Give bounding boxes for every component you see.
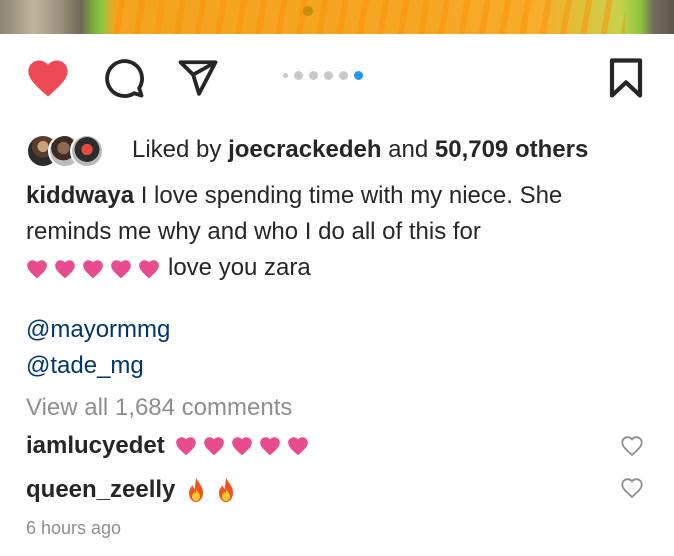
likes-count[interactable]: 50,709 others [435, 136, 588, 163]
liker-username[interactable]: joecrackedeh [228, 136, 381, 163]
carousel-dot [294, 70, 303, 80]
caption-suffix: love you zara [168, 254, 311, 281]
pink-heart-icon [83, 259, 103, 278]
pink-heart-icon [287, 437, 308, 456]
comment-username[interactable]: iamlucyedet [26, 432, 165, 460]
pink-heart-icon [175, 437, 196, 456]
comment-button[interactable] [98, 52, 150, 104]
comment-hearts [175, 436, 309, 456]
avatar [70, 134, 104, 168]
likes-summary[interactable]: Liked by joecrackedeh and 50,709 others [26, 130, 588, 170]
fire-icon [189, 477, 204, 502]
pink-heart-icon [203, 437, 224, 456]
pink-heart-icon [27, 259, 47, 278]
comment-like-heart-outline-icon[interactable] [620, 476, 644, 500]
carousel-dot [309, 70, 318, 80]
likes-text: Liked by joecrackedeh and 50,709 others [132, 136, 588, 164]
carousel-dot-active [354, 70, 363, 80]
comment-username[interactable]: queen_zeelly [26, 476, 175, 504]
comment-fires [185, 476, 237, 504]
photo-detail [303, 6, 313, 16]
like-button[interactable] [22, 52, 74, 104]
mention-link[interactable]: @tade_mg [26, 352, 144, 380]
paper-plane-icon [178, 60, 218, 96]
likes-conjunction: and [388, 136, 429, 163]
post-timestamp: 6 hours ago [26, 518, 122, 538]
photo-pattern [105, 0, 625, 34]
comment-item: queen_zeelly [26, 472, 237, 508]
carousel-dot [283, 72, 288, 78]
pink-heart-icon [111, 259, 131, 278]
share-button[interactable] [172, 52, 224, 104]
pink-heart-icon [139, 259, 159, 278]
pink-heart-icon [259, 437, 280, 456]
caption-hearts [26, 259, 160, 279]
pink-heart-icon [55, 259, 75, 278]
comment-like-heart-outline-icon[interactable] [620, 434, 644, 458]
post-caption: kiddwaya I love spending time with my ni… [26, 178, 646, 286]
carousel-dot [339, 70, 348, 80]
heart-filled-icon [28, 60, 68, 97]
likes-prefix: Liked by [132, 136, 222, 163]
view-all-comments-link[interactable]: View all 1,684 comments [26, 394, 292, 422]
caption-username[interactable]: kiddwaya [26, 182, 134, 209]
fire-icon [219, 477, 234, 502]
mention-link[interactable]: @mayormmg [26, 316, 170, 344]
pink-heart-icon [231, 437, 252, 456]
speech-bubble-icon [105, 59, 144, 98]
carousel-dot [324, 70, 333, 80]
comment-item: iamlucyedet [26, 428, 317, 464]
post-photo[interactable] [0, 0, 674, 34]
carousel-indicator [283, 69, 363, 81]
bookmark-icon [609, 58, 643, 98]
save-button[interactable] [600, 52, 652, 104]
liker-avatars[interactable] [26, 132, 122, 168]
